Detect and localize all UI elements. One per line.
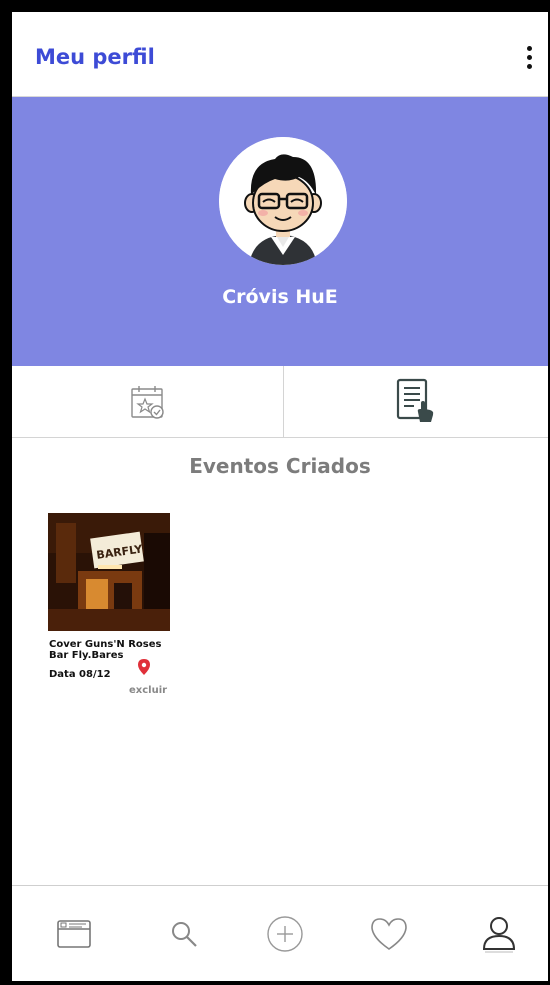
event-card[interactable]: BARFLY Cover Guns'N Roses Bar Fly.Bares …: [48, 513, 172, 703]
app-bar: Meu perfil: [12, 12, 548, 97]
nav-feed-button[interactable]: [52, 912, 96, 956]
search-icon: [172, 922, 197, 947]
document-hand-icon: [396, 378, 434, 422]
event-title: Cover Guns'N Roses Bar Fly.Bares: [49, 639, 162, 661]
tab-created-events[interactable]: [284, 366, 548, 437]
more-vertical-icon[interactable]: [524, 46, 534, 72]
map-pin-icon[interactable]: [138, 659, 150, 679]
delete-event-button[interactable]: excluir: [129, 685, 167, 696]
section-title: Eventos Criados: [189, 454, 371, 478]
feed-icon: [57, 920, 91, 948]
avatar[interactable]: [219, 137, 347, 265]
heart-icon: [371, 918, 407, 950]
user-icon: [482, 917, 516, 953]
calendar-star-icon: [130, 385, 164, 419]
profile-banner: Cróvis HuE: [12, 97, 548, 366]
event-name: Cover Guns'N Roses: [49, 639, 162, 650]
nav-add-button[interactable]: [263, 912, 307, 956]
event-date: Data 08/12: [49, 669, 111, 680]
add-circle-icon: [267, 916, 303, 952]
phone-screen: Meu perfil Cróvis HuE Eventos Criados BA…: [12, 12, 548, 981]
event-image: BARFLY: [48, 513, 170, 631]
nav-search-button[interactable]: [162, 912, 206, 956]
profile-tabs: [12, 366, 548, 438]
page-title: Meu perfil: [35, 45, 155, 69]
cartoon-avatar-icon: [219, 137, 347, 265]
nav-favorites-button[interactable]: [367, 912, 411, 956]
tab-events-calendar[interactable]: [12, 366, 284, 437]
nav-profile-button[interactable]: [477, 912, 521, 956]
profile-name: Cróvis HuE: [222, 286, 338, 308]
bottom-nav: [12, 885, 548, 981]
